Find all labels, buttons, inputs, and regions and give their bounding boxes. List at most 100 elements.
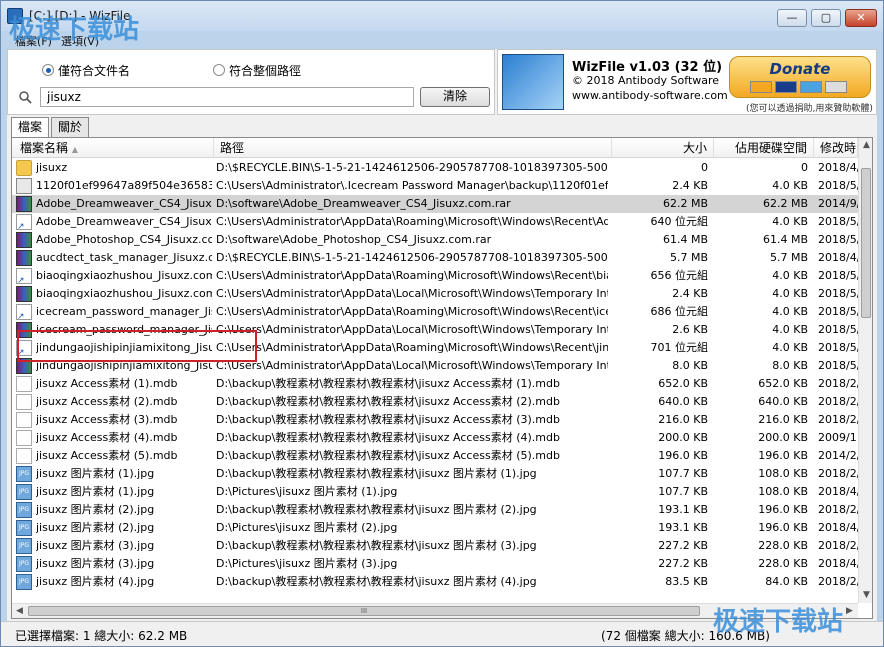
cell-disk: 108.0 KB (758, 467, 808, 480)
table-row[interactable]: Adobe_Dreamweaver_CS4_Jisuxz D:\software\… (12, 195, 858, 213)
cell-modified: 2018/2/ (818, 377, 858, 390)
cell-size: 83.5 KB (665, 575, 708, 588)
table-row[interactable]: aucdtect_task_manager_Jisuxz.co D:\$RECYC… (12, 249, 858, 267)
cell-disk: 228.0 KB (758, 557, 808, 570)
cell-modified: 2018/5/ (818, 323, 858, 336)
table-row[interactable]: jisuxz Access素材 (3).mdb D:\backup\教程素材\教程… (12, 411, 858, 429)
col-header-size[interactable]: 大小 (612, 138, 714, 158)
cell-disk: 640.0 KB (758, 395, 808, 408)
table-row[interactable]: icecream_password_manager_Jisu C:\Users\A… (12, 303, 858, 322)
col-header-path[interactable]: 路徑 (214, 138, 612, 158)
table-row[interactable]: jisuxz 图片素材 (1).jpg D:\Pictures\jisuxz 图片… (12, 483, 858, 501)
scroll-down-icon[interactable]: ▼ (859, 588, 872, 603)
cell-path: C:\Users\Administrator\AppData\Roaming\M… (216, 215, 608, 228)
scroll-left-icon[interactable]: ◀ (12, 604, 27, 618)
col-header-name[interactable]: 檔案名稱 ▲ (12, 138, 214, 158)
payment-cards (750, 81, 847, 93)
card-icon (750, 81, 772, 93)
card-icon (775, 81, 797, 93)
table-row[interactable]: jisuxz 图片素材 (3).jpg D:\Pictures\jisuxz 图片… (12, 555, 858, 573)
table-row[interactable]: Adobe_Dreamweaver_CS4_Jisuxz C:\Users\Adm… (12, 213, 858, 232)
sort-asc-icon: ▲ (71, 145, 78, 154)
cell-name: Adobe_Dreamweaver_CS4_Jisuxz (36, 215, 212, 228)
cell-path: C:\Users\Administrator\AppData\Roaming\M… (216, 269, 608, 282)
cell-modified: 2018/5/ (818, 341, 858, 354)
cell-size: 62.2 MB (662, 197, 708, 210)
cell-path: D:\backup\教程素材\教程素材\教程素材\jisuxz 图片素材 (3)… (216, 539, 537, 552)
cell-disk: 108.0 KB (758, 485, 808, 498)
cell-name: Adobe_Dreamweaver_CS4_Jisuxz (36, 197, 212, 210)
table-row[interactable]: jisuxz Access素材 (4).mdb D:\backup\教程素材\教程… (12, 429, 858, 447)
table-row[interactable]: jisuxz 图片素材 (1).jpg D:\backup\教程素材\教程素材\教… (12, 465, 858, 483)
cell-path: C:\Users\Administrator\AppData\Local\Mic… (216, 323, 608, 336)
search-icon (19, 91, 32, 104)
brand-panel: WizFile v1.03 (32 位) © 2018 Antibody Sof… (497, 49, 877, 115)
cell-modified: 2018/5/ (818, 305, 858, 318)
table-row[interactable]: jisuxz D:\$RECYCLE.BIN\S-1-5-21-142461250… (12, 159, 858, 177)
cell-modified: 2018/4/ (818, 485, 858, 498)
table-row[interactable]: jisuxz 图片素材 (3).jpg D:\backup\教程素材\教程素材\教… (12, 537, 858, 555)
table-row[interactable]: jisuxz Access素材 (2).mdb D:\backup\教程素材\教程… (12, 393, 858, 411)
cell-disk: 4.0 KB (772, 179, 808, 192)
radio-full-path[interactable]: 符合整個路徑 (213, 63, 302, 78)
cell-size: 0 (701, 161, 708, 174)
clear-button[interactable]: 清除 (420, 87, 490, 107)
cell-modified: 2018/4/ (818, 251, 858, 264)
cell-size: 652.0 KB (658, 377, 708, 390)
cell-disk: 0 (801, 161, 808, 174)
cell-size: 686 位元組 (650, 305, 709, 318)
website-link[interactable]: www.antibody-software.com (572, 89, 728, 102)
cell-name: Adobe_Photoshop_CS4_Jisuxz.com (36, 233, 212, 246)
radio-filename-only[interactable]: 僅符合文件名 (42, 63, 130, 78)
search-input[interactable] (40, 87, 414, 107)
jpg-file-icon (16, 466, 32, 482)
table-row[interactable]: biaoqingxiaozhushou_Jisuxz.com[1 C:\Users… (12, 285, 858, 303)
highlight-annotation (17, 330, 257, 362)
close-button[interactable]: ✕ (845, 9, 877, 27)
jpg-file-icon (16, 574, 32, 590)
table-row[interactable]: jisuxz 图片素材 (2).jpg D:\backup\教程素材\教程素材\教… (12, 501, 858, 519)
results-list[interactable]: 檔案名稱 ▲ 路徑 大小 佔用硬碟空間 修改時 jisuxz D:\$RECYCL… (11, 137, 873, 619)
donate-button[interactable]: Donate (729, 56, 871, 98)
cell-name: jisuxz 图片素材 (3).jpg (36, 539, 155, 552)
scroll-right-icon[interactable]: ▶ (842, 604, 857, 618)
cell-path: D:\backup\教程素材\教程素材\教程素材\jisuxz 图片素材 (2)… (216, 503, 537, 516)
tab-files[interactable]: 檔案 (11, 117, 49, 138)
table-row[interactable]: jisuxz Access素材 (1).mdb D:\backup\教程素材\教程… (12, 375, 858, 393)
cell-name: jisuxz 图片素材 (1).jpg (36, 467, 155, 480)
app-window: [C:] [D:] - WizFile — ▢ ✕ 檔案(F) 選項(V) 僅符… (0, 0, 884, 647)
vertical-scrollbar[interactable]: ▲ ▼ (858, 138, 872, 603)
table-row[interactable]: biaoqingxiaozhushou_Jisuxz.com.r C:\Users… (12, 267, 858, 286)
table-row[interactable]: jisuxz 图片素材 (4).jpg D:\backup\教程素材\教程素材\教… (12, 573, 858, 591)
col-header-modified[interactable]: 修改時 (814, 138, 858, 158)
cell-size: 8.0 KB (672, 359, 708, 372)
horizontal-scroll-thumb[interactable]: III (28, 606, 700, 616)
col-header-disk[interactable]: 佔用硬碟空間 (714, 138, 814, 158)
cell-path: D:\software\Adobe_Dreamweaver_CS4_Jisuxz… (216, 197, 511, 210)
cell-path: C:\Users\Administrator\AppData\Local\Mic… (216, 359, 608, 372)
cell-size: 216.0 KB (658, 413, 708, 426)
table-row[interactable]: jisuxz 图片素材 (2).jpg D:\Pictures\jisuxz 图片… (12, 519, 858, 537)
cell-name: jisuxz Access素材 (5).mdb (36, 449, 178, 462)
table-row[interactable]: jisuxz Access素材 (5).mdb D:\backup\教程素材\教程… (12, 447, 858, 465)
cell-path: D:\Pictures\jisuxz 图片素材 (3).jpg (216, 557, 398, 570)
scroll-up-icon[interactable]: ▲ (859, 138, 872, 153)
lnk-file-icon (16, 268, 32, 286)
cell-size: 107.7 KB (658, 467, 708, 480)
radio-fullpath-label: 符合整個路徑 (229, 63, 302, 78)
cell-modified: 2018/4/ (818, 161, 858, 174)
vertical-scroll-thumb[interactable] (861, 168, 871, 318)
table-row[interactable]: 1120f01ef99647a89f504e36583ca C:\Users\Ad… (12, 177, 858, 195)
watermark-top: 极速下载站 (9, 15, 140, 45)
cell-modified: 2018/4/ (818, 521, 858, 534)
rar-file-icon (16, 232, 32, 248)
cell-disk: 5.7 MB (769, 251, 808, 264)
minimize-button[interactable]: — (777, 9, 807, 27)
cell-disk: 216.0 KB (758, 413, 808, 426)
table-row[interactable]: Adobe_Photoshop_CS4_Jisuxz.com D:\softwar… (12, 231, 858, 249)
cell-disk: 196.0 KB (758, 503, 808, 516)
cell-disk: 196.0 KB (758, 521, 808, 534)
maximize-button[interactable]: ▢ (811, 9, 841, 27)
tab-about[interactable]: 關於 (51, 117, 89, 137)
cell-path: D:\backup\教程素材\教程素材\教程素材\jisuxz Access素材… (216, 449, 560, 462)
